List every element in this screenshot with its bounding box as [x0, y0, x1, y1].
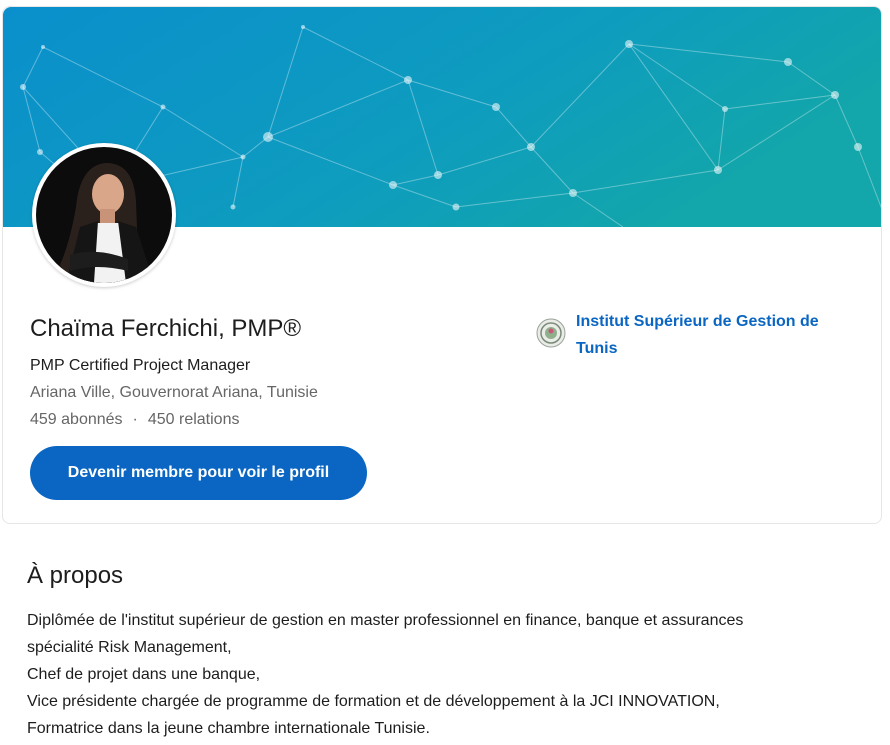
profile-name: Chaïma Ferchichi, PMP® [30, 315, 302, 342]
profile-headline: PMP Certified Project Manager [30, 357, 251, 374]
profile-card: Chaïma Ferchichi, PMP® PMP Certified Pro… [2, 6, 882, 524]
about-section-title: À propos [27, 562, 124, 589]
connections-count: 450 relations [147, 411, 240, 428]
about-line: Vice présidente chargée de programme de … [27, 693, 720, 710]
profile-avatar[interactable] [32, 143, 176, 287]
join-to-view-profile-button[interactable]: Devenir membre pour voir le profil [30, 446, 367, 500]
followers-count: 459 abonnés [30, 411, 123, 428]
about-section-text: Diplômée de l'institut supérieur de gest… [27, 607, 857, 742]
school-logo-icon [536, 318, 566, 348]
about-line: spécialité Risk Management, [27, 639, 232, 656]
about-line: Chef de projet dans une banque, [27, 666, 261, 683]
profile-stats: 459 abonnés · 450 relations [30, 411, 239, 429]
stats-separator: · [132, 411, 138, 428]
about-line: Formatrice dans la jeune chambre interna… [27, 720, 430, 737]
profile-page: Chaïma Ferchichi, PMP® PMP Certified Pro… [0, 0, 890, 745]
about-line: Diplômée de l'institut supérieur de gest… [27, 612, 744, 629]
education-link[interactable]: Institut Supérieur de Gestion de Tunis [536, 308, 856, 362]
profile-location: Ariana Ville, Gouvernorat Ariana, Tunisi… [30, 384, 318, 401]
school-name-link[interactable]: Institut Supérieur de Gestion de Tunis [576, 308, 856, 362]
